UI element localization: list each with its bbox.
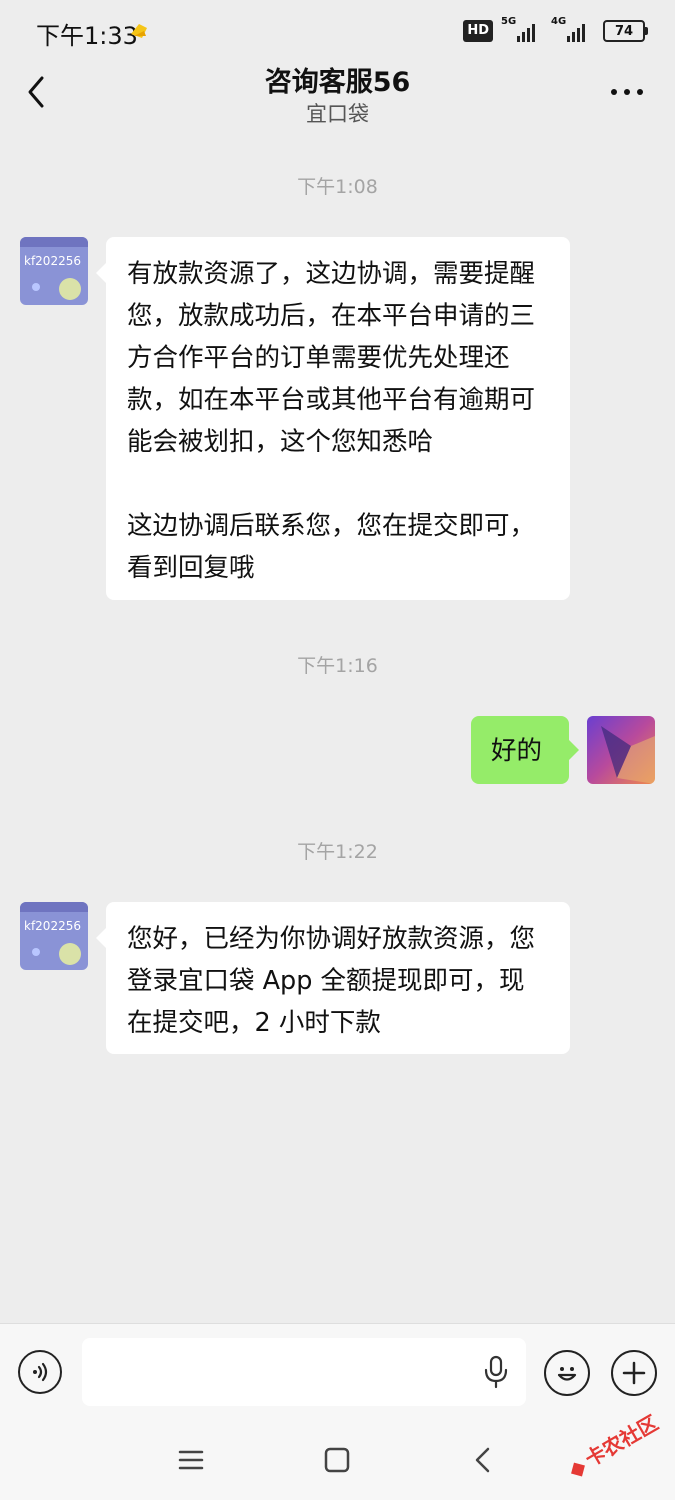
battery-level: 74 bbox=[614, 23, 634, 39]
home-icon[interactable] bbox=[320, 1443, 354, 1477]
emoji-button[interactable] bbox=[544, 1350, 590, 1396]
plus-icon bbox=[622, 1361, 646, 1385]
menu-icon[interactable] bbox=[174, 1443, 208, 1477]
notification-app-icon bbox=[131, 24, 147, 38]
watermark-text: 卡农社区 bbox=[581, 1411, 662, 1472]
agent-avatar-label: kf202256 bbox=[24, 254, 81, 268]
back-icon[interactable] bbox=[466, 1443, 500, 1477]
chat-title: 咨询客服56 bbox=[264, 67, 411, 98]
status-bar: 下午1:33 HD 5G 4G 74 bbox=[0, 0, 675, 60]
incoming-message-bubble[interactable]: 您好，已经为你协调好放款资源，您登录宜口袋 App 全额提现即可，现在提交吧，2… bbox=[96, 902, 570, 1054]
voice-icon bbox=[33, 1362, 48, 1382]
battery-icon: 74 bbox=[603, 20, 648, 42]
incoming-message-bubble[interactable]: 有放款资源了，这边协调，需要提醒您，放款成功后，在本平台申请的三方合作平台的订单… bbox=[96, 237, 570, 600]
chat-header: 咨询客服56 宜口袋 bbox=[0, 60, 675, 132]
emoji-icon bbox=[557, 1367, 577, 1381]
user-avatar[interactable] bbox=[587, 716, 655, 784]
more-functions-button[interactable] bbox=[611, 1350, 657, 1396]
signal-4g-icon: 4G bbox=[551, 16, 593, 42]
status-icons: HD 5G 4G 74 bbox=[463, 16, 648, 46]
message-timestamp: 下午1:22 bbox=[297, 841, 378, 863]
user-avatar-image bbox=[587, 716, 655, 784]
agent-avatar-label: kf202256 bbox=[24, 919, 81, 933]
message-timestamp: 下午1:08 bbox=[297, 176, 378, 198]
status-time: 下午1:33 bbox=[36, 22, 138, 50]
agent-avatar-image: kf202256 bbox=[20, 237, 88, 305]
watermark-logo: 卡农社区 bbox=[571, 1411, 662, 1477]
agent-avatar-image: kf202256 bbox=[20, 902, 88, 970]
voice-input-button[interactable] bbox=[18, 1350, 62, 1394]
chat-subtitle: 宜口袋 bbox=[306, 102, 369, 126]
mic-icon[interactable] bbox=[482, 1355, 510, 1389]
outgoing-message-bubble[interactable]: 好的 bbox=[471, 716, 579, 784]
hd-badge: HD bbox=[463, 20, 493, 42]
signal-5g-icon: 5G bbox=[501, 16, 543, 42]
message-input[interactable] bbox=[82, 1338, 526, 1406]
agent-avatar[interactable]: kf202256 bbox=[20, 902, 88, 970]
message-timestamp: 下午1:16 bbox=[297, 655, 378, 677]
more-options-icon[interactable] bbox=[609, 82, 645, 102]
agent-avatar[interactable]: kf202256 bbox=[20, 237, 88, 305]
